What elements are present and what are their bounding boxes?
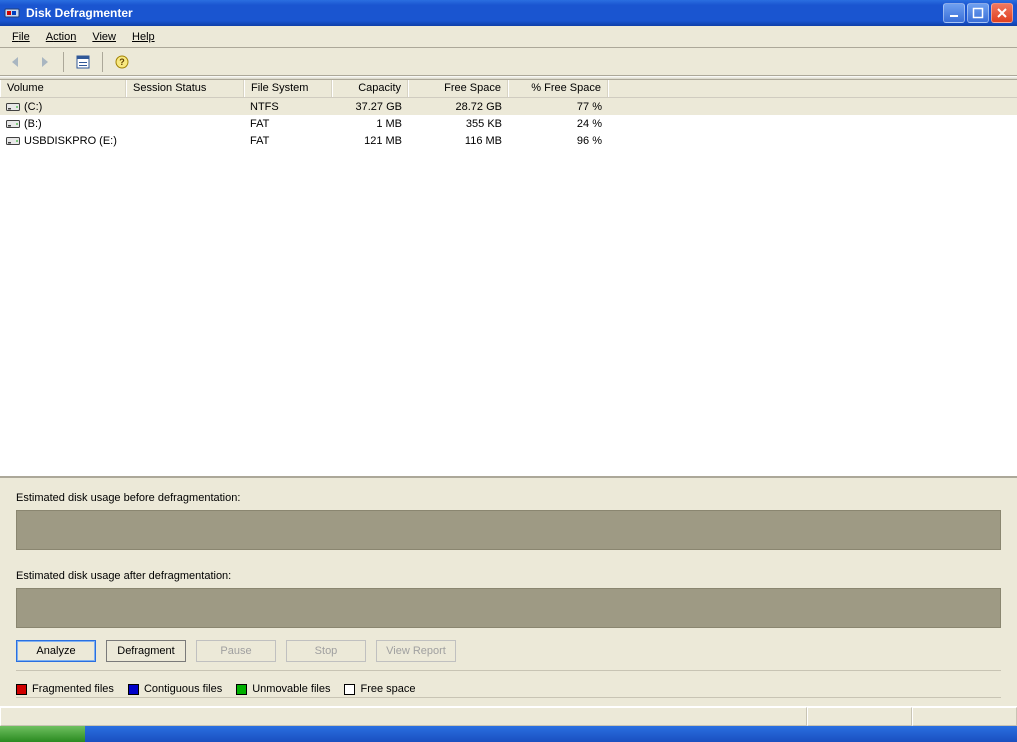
volume-capacity: 37.27 GB	[332, 100, 408, 114]
minimize-button[interactable]	[943, 3, 965, 23]
start-button[interactable]	[0, 726, 85, 742]
menu-file-accel: F	[12, 31, 19, 43]
status-cell-1	[807, 707, 912, 726]
toolbar-separator	[63, 52, 64, 72]
volume-file-system: NTFS	[244, 100, 332, 114]
taskbar	[0, 726, 1017, 742]
volume-file-system: FAT	[244, 134, 332, 148]
drive-icon	[6, 136, 20, 146]
volume-free-space: 28.72 GB	[408, 100, 508, 114]
legend-unmovable-label: Unmovable files	[252, 683, 330, 695]
volume-capacity: 1 MB	[332, 117, 408, 131]
menu-help-rest: elp	[140, 31, 155, 43]
volume-row[interactable]: (C:) NTFS37.27 GB28.72 GB77 %	[0, 98, 1017, 115]
volume-row[interactable]: USBDISKPRO (E:) FAT121 MB116 MB96 %	[0, 132, 1017, 149]
before-defrag-bar	[16, 510, 1001, 550]
legend: Fragmented files Contiguous files Unmova…	[16, 677, 1001, 698]
col-header-session-status[interactable]: Session Status	[126, 80, 244, 97]
status-bar	[0, 706, 1017, 726]
before-bar-label: Estimated disk usage before defragmentat…	[16, 492, 1001, 504]
volume-name: (B:)	[24, 118, 42, 130]
menu-help[interactable]: Help	[124, 29, 163, 45]
volume-free-space: 116 MB	[408, 134, 508, 148]
menu-action-rest: ction	[53, 31, 76, 43]
toolbar: ?	[0, 48, 1017, 76]
after-defrag-bar	[16, 588, 1001, 628]
volume-session-status	[126, 140, 244, 142]
spacer	[16, 556, 1001, 564]
taskbar-rest	[85, 726, 1017, 742]
defragment-button[interactable]: Defragment	[106, 640, 186, 662]
drive-icon	[6, 102, 20, 112]
menu-action[interactable]: Action	[38, 29, 85, 45]
properties-button[interactable]	[71, 51, 95, 73]
title-bar: Disk Defragmenter	[0, 0, 1017, 26]
volume-free-space: 355 KB	[408, 117, 508, 131]
stop-button[interactable]: Stop	[286, 640, 366, 662]
volume-session-status	[126, 106, 244, 108]
col-header-spacer	[608, 80, 1017, 97]
volume-row[interactable]: (B:) FAT1 MB355 KB24 %	[0, 115, 1017, 132]
back-button[interactable]	[4, 51, 28, 73]
volume-name: USBDISKPRO (E:)	[24, 135, 117, 147]
status-cell-2	[912, 707, 1017, 726]
close-button[interactable]	[991, 3, 1013, 23]
action-button-row: Analyze Defragment Pause Stop View Repor…	[16, 640, 1001, 671]
status-cell-main	[0, 707, 807, 726]
legend-free-space: Free space	[344, 683, 415, 695]
col-header-free-space[interactable]: Free Space	[408, 80, 508, 97]
defrag-panel: Estimated disk usage before defragmentat…	[0, 476, 1017, 706]
pause-button[interactable]: Pause	[196, 640, 276, 662]
menu-action-accel: A	[46, 31, 53, 43]
volume-pct-free: 77 %	[508, 100, 608, 114]
menu-bar: File Action View Help	[0, 26, 1017, 48]
col-header-pct-free-space[interactable]: % Free Space	[508, 80, 608, 97]
col-header-file-system[interactable]: File System	[244, 80, 332, 97]
col-header-capacity[interactable]: Capacity	[332, 80, 408, 97]
legend-unmovable-swatch	[236, 684, 247, 695]
menu-view-rest: iew	[99, 31, 116, 43]
volume-name: (C:)	[24, 101, 42, 113]
window-title: Disk Defragmenter	[26, 6, 943, 20]
volume-capacity: 121 MB	[332, 134, 408, 148]
app-icon	[4, 5, 20, 21]
menu-view[interactable]: View	[84, 29, 124, 45]
svg-text:?: ?	[119, 57, 125, 67]
legend-contiguous: Contiguous files	[128, 683, 222, 695]
volume-list-header: Volume Session Status File System Capaci…	[0, 80, 1017, 98]
volume-list-empty-area	[0, 149, 1017, 476]
analyze-button[interactable]: Analyze	[16, 640, 96, 662]
menu-file[interactable]: File	[4, 29, 38, 45]
legend-fragmented: Fragmented files	[16, 683, 114, 695]
legend-contiguous-label: Contiguous files	[144, 683, 222, 695]
help-button[interactable]: ?	[110, 51, 134, 73]
legend-fragmented-label: Fragmented files	[32, 683, 114, 695]
col-header-volume[interactable]: Volume	[0, 80, 126, 97]
volume-list[interactable]: (C:) NTFS37.27 GB28.72 GB77 % (B:) FAT1 MB3…	[0, 98, 1017, 149]
view-report-button[interactable]: View Report	[376, 640, 456, 662]
menu-file-rest: ile	[19, 31, 30, 43]
volume-pct-free: 96 %	[508, 134, 608, 148]
drive-icon	[6, 119, 20, 129]
after-bar-label: Estimated disk usage after defragmentati…	[16, 570, 1001, 582]
menu-help-accel: H	[132, 31, 140, 43]
window-controls	[943, 3, 1013, 23]
toolbar-separator-2	[102, 52, 103, 72]
legend-unmovable: Unmovable files	[236, 683, 330, 695]
legend-fragmented-swatch	[16, 684, 27, 695]
volume-pct-free: 24 %	[508, 117, 608, 131]
maximize-button[interactable]	[967, 3, 989, 23]
volume-session-status	[126, 123, 244, 125]
forward-button[interactable]	[32, 51, 56, 73]
volume-file-system: FAT	[244, 117, 332, 131]
legend-contiguous-swatch	[128, 684, 139, 695]
legend-free-space-swatch	[344, 684, 355, 695]
legend-free-space-label: Free space	[360, 683, 415, 695]
